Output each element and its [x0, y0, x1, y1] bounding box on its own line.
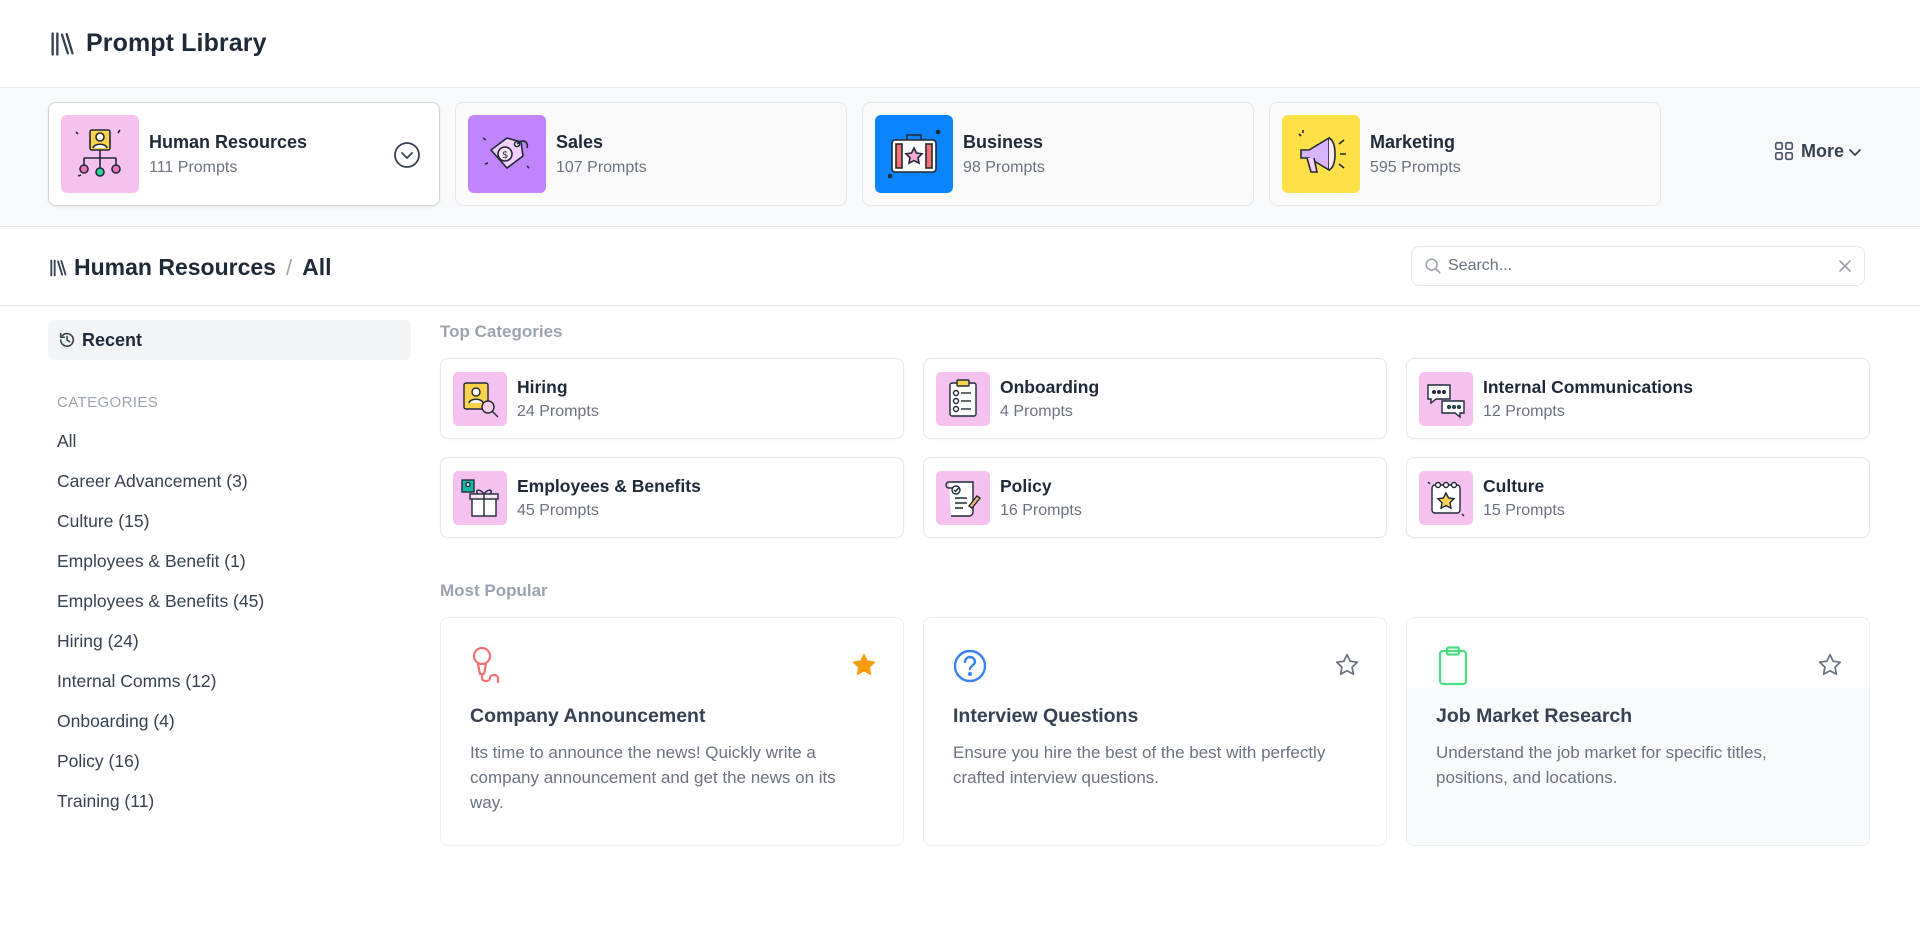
- category-card-sales[interactable]: $ Sales 107 Prompts: [455, 102, 847, 206]
- more-label: More: [1801, 140, 1845, 161]
- top-category-name: Policy: [1000, 475, 1052, 496]
- category-count: 595 Prompts: [1370, 158, 1461, 176]
- sidebar-item-hiring[interactable]: Hiring (24): [48, 621, 411, 661]
- svg-text:$: $: [502, 150, 508, 161]
- top-category-name: Employees & Benefits: [517, 475, 701, 496]
- prompt-card-job-market-research[interactable]: Job Market Research Understand the job m…: [1406, 617, 1870, 846]
- breadcrumb-section[interactable]: Human Resources: [74, 254, 276, 281]
- category-name: Business: [963, 131, 1044, 152]
- top-category-card-culture[interactable]: Culture 15 Prompts: [1406, 457, 1870, 538]
- search-box: [1411, 246, 1865, 286]
- sidebar-item-training[interactable]: Training (11): [48, 781, 411, 821]
- category-strip: Human Resources 111 Prompts $ Sales 107 …: [0, 88, 1920, 227]
- chat-bubbles-icon: [1419, 371, 1473, 426]
- prompt-description: Understand the job market for specific t…: [1436, 743, 1767, 787]
- main-content: Top Categories Hiring 24 Prompts Onboard…: [440, 322, 1870, 847]
- briefcase-icon: [875, 115, 953, 193]
- top-category-count: 45 Prompts: [517, 501, 599, 519]
- top-category-card-hiring[interactable]: Hiring 24 Prompts: [440, 358, 904, 439]
- top-category-count: 15 Prompts: [1483, 501, 1565, 519]
- prompt-card-company-announcement[interactable]: Company Announcement Its time to announc…: [440, 617, 904, 846]
- sidebar: Recent CATEGORIES All Career Advancement…: [48, 320, 411, 821]
- sidebar-item-culture[interactable]: Culture (15): [48, 501, 411, 541]
- star-outline-icon[interactable]: [1817, 652, 1843, 678]
- search-icon: [1425, 258, 1441, 274]
- top-category-card-internal-communications[interactable]: Internal Communications 12 Prompts: [1406, 358, 1870, 439]
- prompt-card-interview-questions[interactable]: Interview Questions Ensure you hire the …: [923, 617, 1387, 846]
- gift-icon: [453, 470, 507, 525]
- chevron-down-circle-icon[interactable]: [393, 141, 421, 169]
- top-categories-title: Top Categories: [440, 322, 563, 341]
- star-outline-icon[interactable]: [1334, 652, 1360, 678]
- history-icon: [59, 332, 75, 348]
- sidebar-item-employees-benefit[interactable]: Employees & Benefit (1): [48, 541, 411, 581]
- scroll-icon: [936, 470, 990, 525]
- prompt-description: Ensure you hire the best of the best wit…: [953, 743, 1326, 787]
- sidebar-item-career-advancement[interactable]: Career Advancement (3): [48, 461, 411, 501]
- top-category-card-employees-benefits[interactable]: Employees & Benefits 45 Prompts: [440, 457, 904, 538]
- more-categories-button[interactable]: More: [1773, 140, 1863, 162]
- library-icon: [50, 259, 67, 276]
- category-card-human-resources[interactable]: Human Resources 111 Prompts: [48, 102, 440, 206]
- clipboard-icon: [1438, 646, 1468, 686]
- checklist-icon: [936, 371, 990, 426]
- category-name: Sales: [556, 131, 604, 152]
- calendar-star-icon: [1419, 470, 1473, 525]
- category-name: Marketing: [1370, 131, 1456, 152]
- most-popular-grid: Company Announcement Its time to announc…: [440, 617, 1870, 847]
- top-category-count: 12 Prompts: [1483, 402, 1565, 420]
- app-header: Prompt Library: [0, 0, 1920, 88]
- category-card-business[interactable]: Business 98 Prompts: [862, 102, 1254, 206]
- category-count: 111 Prompts: [149, 158, 238, 176]
- category-card-marketing[interactable]: Marketing 595 Prompts: [1269, 102, 1661, 206]
- top-category-name: Onboarding: [1000, 376, 1100, 397]
- app-title: Prompt Library: [86, 29, 267, 57]
- star-filled-icon[interactable]: [851, 652, 877, 678]
- breadcrumb-bar: Human Resources / All: [0, 227, 1920, 306]
- chevron-down-icon: [1849, 149, 1861, 156]
- categories-heading: CATEGORIES: [57, 394, 159, 411]
- category-name: Human Resources: [149, 131, 308, 152]
- top-category-name: Culture: [1483, 475, 1545, 496]
- breadcrumb: Human Resources / All: [48, 254, 331, 281]
- sidebar-item-all[interactable]: All: [48, 421, 411, 461]
- top-category-count: 24 Prompts: [517, 402, 599, 420]
- grid-icon: [1774, 141, 1794, 161]
- recent-label: Recent: [82, 329, 143, 350]
- megaphone-icon: [1282, 115, 1360, 193]
- top-category-card-policy[interactable]: Policy 16 Prompts: [923, 457, 1387, 538]
- top-category-count: 16 Prompts: [1000, 501, 1082, 519]
- search-input[interactable]: [1448, 257, 1828, 275]
- clear-search-icon[interactable]: [1838, 259, 1852, 273]
- top-category-name: Internal Communications: [1483, 376, 1694, 397]
- magnifier-person-icon: [453, 371, 507, 426]
- top-categories-grid: Hiring 24 Prompts Onboarding 4 Prompts I…: [440, 358, 1870, 538]
- price-tag-icon: $: [468, 115, 546, 193]
- breadcrumb-current: All: [302, 254, 332, 280]
- sidebar-item-internal-comms[interactable]: Internal Comms (12): [48, 661, 411, 701]
- sidebar-item-onboarding[interactable]: Onboarding (4): [48, 701, 411, 741]
- microphone-icon: [472, 646, 500, 684]
- top-category-count: 4 Prompts: [1000, 402, 1073, 420]
- question-circle-icon: [953, 649, 987, 683]
- org-chart-icon: [61, 115, 139, 193]
- prompt-name: Interview Questions: [953, 705, 1139, 727]
- breadcrumb-separator: /: [285, 254, 293, 280]
- sidebar-item-employees-benefits[interactable]: Employees & Benefits (45): [48, 581, 411, 621]
- top-category-name: Hiring: [517, 376, 568, 397]
- category-count: 98 Prompts: [963, 158, 1045, 176]
- prompt-description: Its time to announce the news! Quickly w…: [470, 743, 836, 812]
- sidebar-item-policy[interactable]: Policy (16): [48, 741, 411, 781]
- prompt-name: Company Announcement: [470, 705, 706, 727]
- top-category-card-onboarding[interactable]: Onboarding 4 Prompts: [923, 358, 1387, 439]
- library-logo-icon: [51, 31, 74, 56]
- recent-button[interactable]: Recent: [48, 320, 411, 360]
- category-count: 107 Prompts: [556, 158, 647, 176]
- prompt-name: Job Market Research: [1436, 705, 1633, 727]
- most-popular-title: Most Popular: [440, 581, 548, 600]
